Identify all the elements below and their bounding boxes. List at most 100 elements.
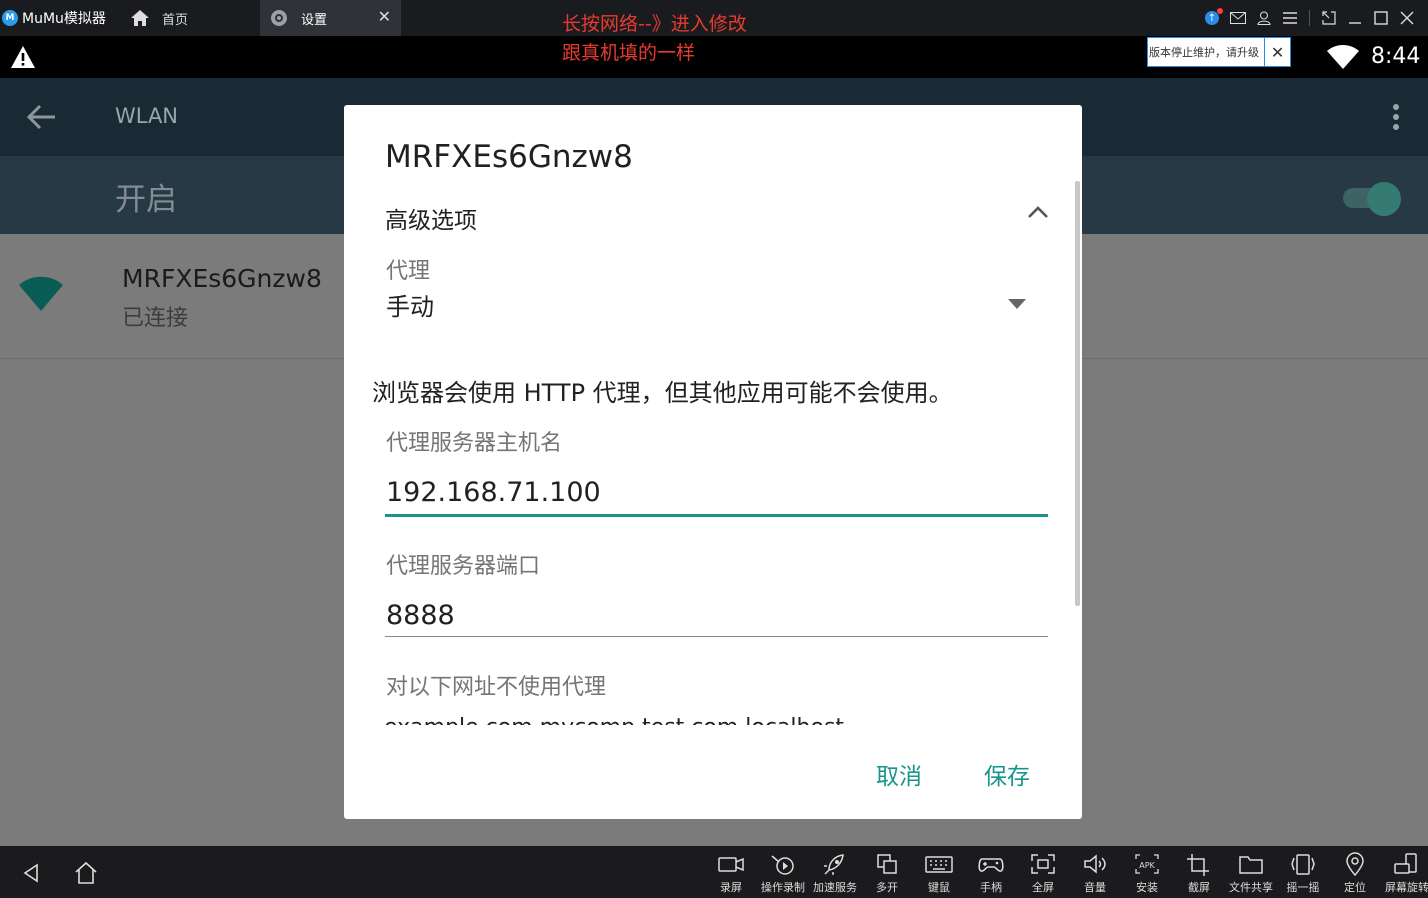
more-options-icon[interactable] — [1385, 102, 1407, 132]
proxy-port-input[interactable] — [385, 595, 1048, 637]
fullscreen-icon — [1031, 854, 1055, 874]
advanced-options-toggle[interactable]: 高级选项 — [385, 201, 1048, 234]
hamburger-menu-icon — [1283, 12, 1297, 24]
wifi-toggle[interactable] — [1343, 182, 1401, 216]
nav-home-icon[interactable] — [74, 861, 98, 885]
folder-icon — [1239, 856, 1263, 874]
message-button[interactable] — [1225, 0, 1251, 36]
toolbar-button-macro-record[interactable]: 操作录制 — [757, 852, 809, 896]
toolbar-button-keyboard[interactable]: 键鼠 — [913, 852, 965, 896]
toolbar-button-label: 定位 — [1344, 881, 1366, 894]
minimize-button[interactable] — [1342, 0, 1368, 36]
wifi-switch-label: 开启 — [115, 182, 177, 218]
mail-icon — [1230, 12, 1246, 24]
toolbar-button-gamepad[interactable]: 手柄 — [965, 852, 1017, 896]
rotate-screen-icon — [1394, 853, 1417, 874]
toolbar-button-video-record[interactable]: 录屏 — [705, 852, 757, 896]
toolbar-button-apk-install[interactable]: APK 安装 — [1121, 852, 1173, 896]
network-edit-dialog: MRFXEs6Gnzw8 高级选项 代理 手动 浏览器会使用 HTTP 代理，但… — [344, 105, 1082, 819]
proxy-dropdown[interactable]: 手动 — [386, 287, 1026, 321]
annotation-line-1: 长按网络--》进入修改 — [562, 13, 747, 35]
toolbar-button-label: 截屏 — [1188, 881, 1210, 894]
app-name: MuMu模拟器 — [22, 11, 106, 27]
toolbar-button-label: 安装 — [1136, 881, 1158, 894]
nav-back-icon[interactable] — [21, 863, 41, 883]
proxy-host-input[interactable] — [385, 471, 1048, 517]
toolbar-button-label: 屏幕旋转 — [1385, 881, 1428, 894]
toolbar-button-multi-instance[interactable]: 多开 — [861, 852, 913, 896]
macro-record-icon — [771, 855, 794, 875]
annotation-note: 长按网络--》进入修改 跟真机填的一样 — [562, 10, 747, 68]
notice-close-icon[interactable]: ✕ — [1264, 38, 1290, 66]
video-record-icon — [718, 857, 744, 872]
warning-icon — [11, 46, 35, 68]
chevron-up-icon — [1028, 206, 1048, 218]
back-arrow-icon[interactable] — [24, 100, 58, 134]
toolbar-button-folder[interactable]: 文件共享 — [1225, 852, 1277, 896]
toolbar-button-label: 音量 — [1084, 881, 1106, 894]
proxy-bypass-input[interactable]: example.com,mycomp.test.com,localhost — [384, 717, 1044, 725]
advanced-options-label: 高级选项 — [385, 208, 477, 234]
proxy-selected-value: 手动 — [386, 293, 434, 321]
toolbar-button-volume[interactable]: 音量 — [1069, 852, 1121, 896]
location-pin-icon — [1346, 852, 1364, 876]
update-notice-text[interactable]: 版本停止维护，请升级 — [1148, 44, 1264, 60]
crop-screenshot-icon — [1187, 854, 1209, 876]
tab-settings-label: 设置 — [301, 12, 328, 28]
toolbar-button-shake[interactable]: 摇一摇 — [1277, 852, 1329, 896]
proxy-host-label: 代理服务器主机名 — [386, 431, 563, 456]
network-status: 已连接 — [122, 306, 189, 331]
settings-gear-icon — [271, 10, 287, 26]
account-button[interactable] — [1251, 0, 1277, 36]
toolbar-button-crop-screenshot[interactable]: 截屏 — [1173, 852, 1225, 896]
menu-button[interactable] — [1277, 0, 1303, 36]
app-logo: M MuMu模拟器 — [2, 8, 120, 28]
toolbar-button-label: 摇一摇 — [1286, 881, 1320, 894]
mini-mode-button[interactable] — [1316, 0, 1342, 36]
toggle-thumb — [1367, 182, 1401, 216]
annotation-line-2: 跟真机填的一样 — [562, 42, 696, 64]
update-notice: 版本停止维护，请升级 ✕ — [1147, 37, 1291, 67]
toolbar-button-label: 录屏 — [720, 881, 742, 894]
tab-close-icon[interactable]: ✕ — [378, 9, 391, 25]
window-controls: ↑ — [1199, 0, 1420, 36]
proxy-port-label: 代理服务器端口 — [386, 554, 541, 579]
toolbar-button-label: 键鼠 — [928, 881, 950, 894]
tab-home[interactable]: 首页 — [120, 0, 260, 36]
minimize-icon — [1349, 22, 1361, 24]
tab-home-label: 首页 — [162, 12, 189, 28]
maximize-icon — [1374, 11, 1388, 25]
update-arrow-icon: ↑ — [1205, 8, 1223, 25]
toolbar-button-label: 操作录制 — [761, 881, 805, 894]
rocket-icon — [824, 854, 844, 875]
toolbar-button-location-pin[interactable]: 定位 — [1329, 852, 1381, 896]
clock: 8:44 — [1371, 44, 1421, 69]
shake-icon — [1291, 854, 1315, 875]
emulator-toolbar: 录屏 操作录制 加速服务 多开 键鼠 手柄 全屏 音量 APK 安装 截屏 文件共享 摇一摇 定位 屏幕旋转 — [0, 846, 1428, 898]
save-button[interactable]: 保存 — [984, 757, 1030, 791]
page-title: WLAN — [115, 104, 179, 128]
toolbar-button-rocket[interactable]: 加速服务 — [809, 852, 861, 896]
maximize-button[interactable] — [1368, 0, 1394, 36]
proxy-bypass-label: 对以下网址不使用代理 — [386, 675, 607, 700]
toolbar-button-fullscreen[interactable]: 全屏 — [1017, 852, 1069, 896]
mini-mode-icon — [1322, 11, 1336, 25]
user-icon — [1257, 11, 1271, 25]
network-ssid: MRFXEs6Gnzw8 — [122, 264, 322, 293]
home-icon — [131, 10, 149, 26]
toolbar-button-label: 全屏 — [1032, 881, 1054, 894]
toolbar-button-rotate-screen[interactable]: 屏幕旋转 — [1381, 852, 1428, 896]
toolbar-button-label: 加速服务 — [813, 881, 857, 894]
apk-install-icon: APK — [1135, 854, 1159, 874]
dialog-scrollbar[interactable] — [1075, 181, 1080, 606]
close-window-button[interactable] — [1394, 0, 1420, 36]
wifi-strength-icon — [19, 276, 63, 311]
toolbar-button-label: 手柄 — [980, 881, 1002, 894]
tab-settings[interactable]: 设置 ✕ — [260, 0, 401, 36]
cancel-button[interactable]: 取消 — [876, 757, 922, 791]
toolbar-button-label: 文件共享 — [1229, 881, 1273, 894]
update-button[interactable]: ↑ — [1199, 0, 1225, 36]
gamepad-icon — [978, 858, 1004, 872]
proxy-bypass-value: example.com,mycomp.test.com,localhost — [384, 717, 1044, 725]
multi-instance-icon — [877, 854, 897, 874]
